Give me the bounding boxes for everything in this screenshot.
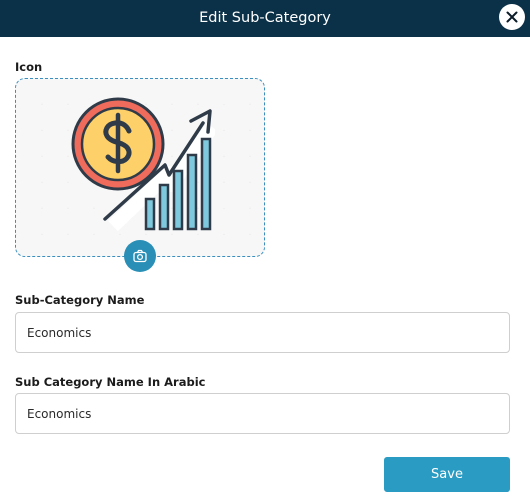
dollar-coin-growth-chart-icon [71,97,215,232]
modal-header: Edit Sub-Category [0,0,530,37]
modal-title: Edit Sub-Category [199,10,331,26]
subcategory-name-label: Sub-Category Name [15,293,145,307]
icon-label: Icon [15,60,43,74]
arabic-name-input[interactable] [15,393,510,434]
upload-icon-button[interactable] [124,240,156,272]
subcategory-name-input[interactable] [15,312,510,353]
icon-upload-area[interactable] [15,78,265,257]
save-button[interactable]: Save [384,457,510,492]
close-button[interactable] [499,4,525,30]
camera-icon [133,249,147,263]
close-icon [506,11,518,23]
arabic-name-label: Sub Category Name In Arabic [15,375,206,389]
edit-subcategory-modal: Edit Sub-Category Icon Sub-Category Name… [0,0,530,501]
